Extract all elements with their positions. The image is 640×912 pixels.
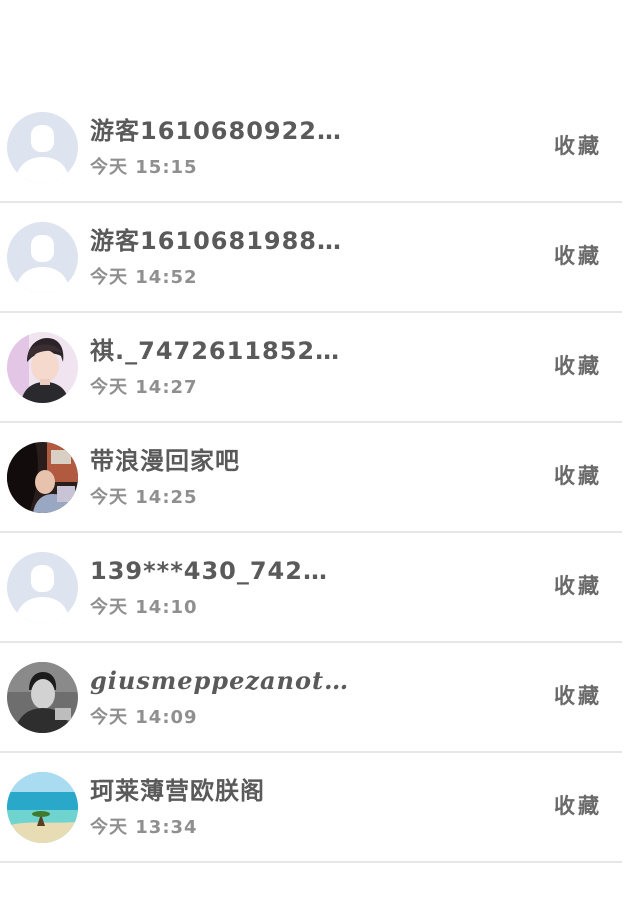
default-user-icon (7, 222, 78, 293)
avatar[interactable] (7, 222, 78, 293)
collect-button[interactable]: 收藏 (554, 353, 602, 379)
visitor-list-page: 游客1610680922… 今天 15:15 收藏 游客1610681988… … (0, 0, 640, 912)
list-item[interactable]: 游客1610680922… 今天 15:15 收藏 (0, 93, 622, 203)
avatar[interactable] (7, 442, 78, 513)
user-name: 139***430_742… (90, 557, 328, 585)
avatar[interactable] (7, 662, 78, 733)
avatar[interactable] (7, 552, 78, 623)
avatar[interactable] (7, 772, 78, 843)
visit-time: 今天 14:10 (90, 597, 198, 618)
list-item[interactable]: 游客1610681988… 今天 14:52 收藏 (0, 203, 622, 313)
list-item[interactable]: 139***430_742… 今天 14:10 收藏 (0, 533, 622, 643)
visitor-list: 游客1610680922… 今天 15:15 收藏 游客1610681988… … (0, 93, 622, 863)
default-user-icon (7, 112, 78, 183)
person-photo-icon (7, 662, 78, 733)
user-name: 珂莱薄营欧朕阁 (90, 777, 265, 805)
list-item[interactable]: 带浪漫回家吧 今天 14:25 收藏 (0, 423, 622, 533)
list-item[interactable]: 珂莱薄营欧朕阁 今天 13:34 收藏 (0, 753, 622, 863)
user-name: 游客1610680922… (90, 117, 342, 145)
user-name: giusmeppezanot… (90, 666, 350, 695)
collect-button[interactable]: 收藏 (554, 793, 602, 819)
user-name: 游客1610681988… (90, 227, 342, 255)
visit-time: 今天 15:15 (90, 157, 198, 178)
list-item[interactable]: giusmeppezanot… 今天 14:09 收藏 (0, 643, 622, 753)
collect-button[interactable]: 收藏 (554, 243, 602, 269)
avatar[interactable] (7, 332, 78, 403)
person-photo-icon (7, 332, 78, 403)
collect-button[interactable]: 收藏 (554, 463, 602, 489)
visit-time: 今天 14:09 (90, 707, 198, 728)
avatar[interactable] (7, 112, 78, 183)
visit-time: 今天 13:34 (90, 817, 198, 838)
person-photo-icon (7, 442, 78, 513)
collect-button[interactable]: 收藏 (554, 683, 602, 709)
beach-landscape-icon (7, 772, 78, 843)
user-name: 带浪漫回家吧 (90, 447, 240, 475)
visit-time: 今天 14:52 (90, 267, 198, 288)
collect-button[interactable]: 收藏 (554, 133, 602, 159)
default-user-icon (7, 552, 78, 623)
visit-time: 今天 14:27 (90, 377, 198, 398)
collect-button[interactable]: 收藏 (554, 573, 602, 599)
visit-time: 今天 14:25 (90, 487, 198, 508)
user-name: 祺._7472611852… (90, 337, 341, 365)
list-item[interactable]: 祺._7472611852… 今天 14:27 收藏 (0, 313, 622, 423)
